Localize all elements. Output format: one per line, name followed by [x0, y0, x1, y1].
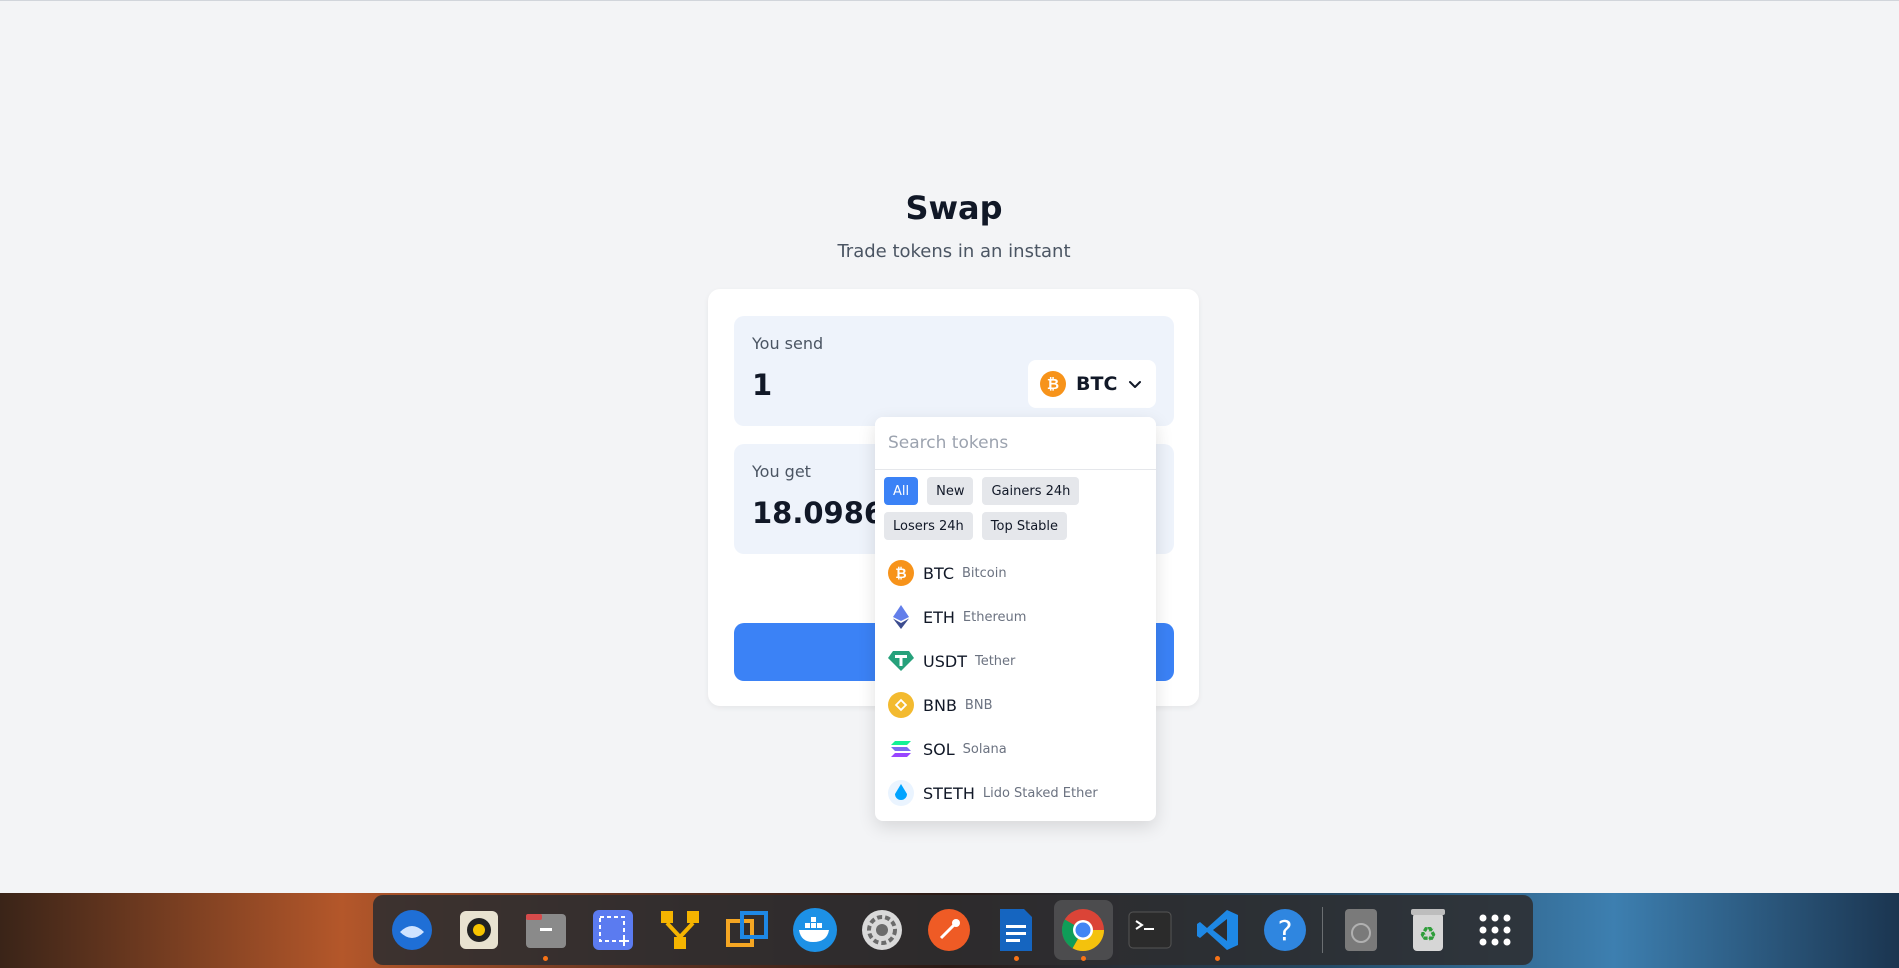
writer-icon[interactable] — [987, 900, 1046, 961]
svg-text:♻: ♻ — [1419, 922, 1437, 946]
token-dropdown: All New Gainers 24h Losers 24h Top Stabl… — [875, 417, 1156, 821]
token-list: ₿ BTC Bitcoin ETH Ethereum USDT Tether B… — [875, 551, 1156, 815]
postman-icon[interactable] — [919, 900, 978, 960]
filter-top-stable[interactable]: Top Stable — [981, 512, 1068, 540]
token-symbol: BTC — [923, 563, 954, 583]
docker-icon[interactable] — [785, 900, 844, 960]
filter-gainers-24h[interactable]: Gainers 24h — [982, 477, 1080, 505]
dock-separator — [1322, 907, 1324, 953]
send-token-selector[interactable]: ₿ BTC — [1028, 360, 1156, 408]
taskbar-dock: ? ♻ — [373, 895, 1533, 965]
token-symbol: USDT — [923, 651, 967, 671]
page-header: Swap Trade tokens in an instant — [0, 186, 1899, 264]
token-symbol: BNB — [923, 695, 957, 715]
token-search-input[interactable] — [875, 417, 1156, 470]
token-name: Bitcoin — [961, 565, 1007, 581]
ethereum-icon — [888, 604, 914, 630]
bitcoin-icon: ₿ — [888, 560, 914, 586]
apps-grid-icon[interactable] — [1466, 900, 1525, 960]
vscode-icon[interactable] — [1188, 900, 1247, 961]
token-name: Solana — [962, 741, 1007, 757]
terminal-icon[interactable] — [1121, 900, 1180, 960]
bnb-icon — [888, 692, 914, 718]
network-icon[interactable] — [651, 900, 710, 960]
virtualbox-icon[interactable] — [718, 900, 777, 960]
token-row-steth[interactable]: STETH Lido Staked Ether — [875, 771, 1156, 815]
filter-new[interactable]: New — [927, 477, 974, 505]
trash-icon[interactable]: ♻ — [1399, 900, 1458, 960]
tether-icon — [888, 648, 914, 674]
window-top-border — [0, 0, 1899, 1]
svg-text:?: ? — [1277, 914, 1292, 947]
filter-all[interactable]: All — [884, 477, 919, 505]
token-row-eth[interactable]: ETH Ethereum — [875, 595, 1156, 639]
lido-icon — [888, 780, 914, 806]
bitcoin-icon: ₿ — [1040, 371, 1066, 397]
solana-icon — [888, 736, 914, 762]
send-label: You send — [752, 334, 824, 353]
token-row-usdt[interactable]: USDT Tether — [875, 639, 1156, 683]
token-symbol: ETH — [923, 607, 955, 627]
page-subtitle: Trade tokens in an instant — [837, 241, 1071, 262]
filter-losers-24h[interactable]: Losers 24h — [884, 512, 973, 540]
settings-icon[interactable] — [852, 900, 911, 960]
token-row-btc[interactable]: ₿ BTC Bitcoin — [875, 551, 1156, 595]
rhythmbox-icon[interactable] — [449, 900, 508, 960]
disk-icon[interactable] — [1331, 900, 1390, 960]
screenshot-icon[interactable] — [584, 900, 643, 960]
running-indicator — [543, 956, 549, 961]
token-name: Lido Staked Ether — [982, 785, 1098, 801]
running-indicator — [1080, 956, 1086, 961]
chevron-down-icon — [1129, 381, 1142, 388]
page-title: Swap — [905, 189, 1003, 227]
help-icon[interactable]: ? — [1255, 900, 1314, 960]
running-indicator — [1013, 956, 1019, 961]
running-indicator — [1215, 956, 1221, 961]
token-name: Tether — [974, 653, 1016, 669]
send-panel: You send 1 ₿ BTC — [734, 316, 1174, 426]
filter-chips: All New Gainers 24h Losers 24h Top Stabl… — [875, 470, 1156, 547]
token-row-bnb[interactable]: BNB BNB — [875, 683, 1156, 727]
receive-label: You get — [752, 462, 811, 481]
token-symbol: SOL — [923, 739, 955, 759]
chrome-icon[interactable] — [1053, 900, 1113, 961]
token-row-sol[interactable]: SOL Solana — [875, 727, 1156, 771]
send-amount-input[interactable]: 1 — [752, 368, 772, 402]
token-name: BNB — [964, 697, 993, 713]
token-symbol: STETH — [923, 783, 975, 803]
send-token-symbol: BTC — [1076, 373, 1118, 395]
files-icon[interactable] — [516, 900, 575, 961]
thunderbird-icon[interactable] — [382, 900, 441, 960]
token-name: Ethereum — [962, 609, 1027, 625]
